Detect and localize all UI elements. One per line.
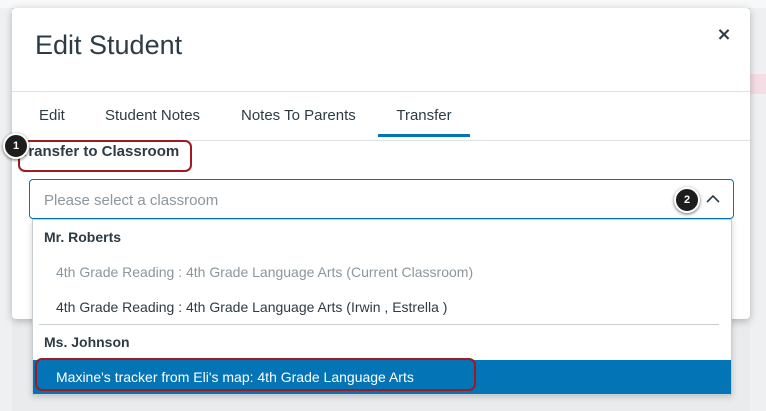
modal-header: Edit Student × <box>12 8 750 92</box>
tab-transfer[interactable]: Transfer <box>378 92 470 137</box>
group-label-mr-roberts: Mr. Roberts <box>44 229 122 245</box>
tab-notes-to-parents[interactable]: Notes To Parents <box>241 92 356 139</box>
group-label-ms-johnson: Ms. Johnson <box>44 334 130 350</box>
tab-edit[interactable]: Edit <box>39 92 65 139</box>
background-left-edge <box>0 8 12 411</box>
callout-badge-1: 1 <box>3 133 29 159</box>
group-divider <box>39 324 719 325</box>
close-icon: × <box>716 23 732 45</box>
classroom-select-input[interactable] <box>42 180 666 220</box>
option-current-classroom: 4th Grade Reading : 4th Grade Language A… <box>56 264 474 280</box>
callout-highlight-label <box>18 140 192 172</box>
callout-highlight-option <box>35 358 476 391</box>
option-irwin-estrella[interactable]: 4th Grade Reading : 4th Grade Language A… <box>33 290 731 324</box>
classroom-select[interactable] <box>29 179 734 220</box>
callout-badge-2: 2 <box>674 187 700 213</box>
background-right-edge <box>750 8 766 411</box>
background-row-highlight <box>750 74 766 94</box>
modal-title: Edit Student <box>35 30 183 60</box>
classroom-dropdown-list: Mr. Roberts 4th Grade Reading : 4th Grad… <box>32 219 732 395</box>
tab-bar: Edit Student Notes Notes To Parents Tran… <box>12 92 750 141</box>
close-button[interactable]: × <box>712 22 736 46</box>
chevron-up-icon[interactable] <box>705 192 721 206</box>
tab-student-notes[interactable]: Student Notes <box>105 92 200 139</box>
